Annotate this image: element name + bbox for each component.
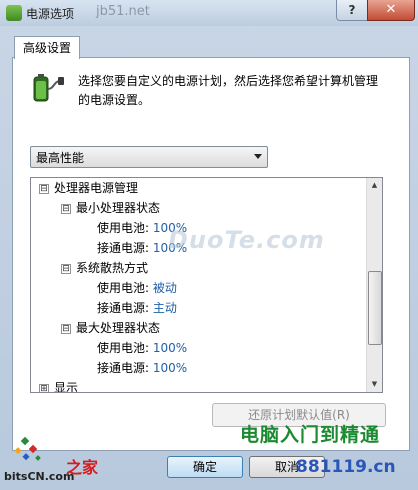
tree-value[interactable]: 主动	[153, 301, 177, 315]
tree-label: 最小处理器状态	[76, 201, 161, 215]
tree-label: 系统散热方式	[76, 261, 149, 275]
tree-row-cooling-ac[interactable]: 接通电源: 主动	[97, 298, 177, 318]
tree-row-min-processor[interactable]: ⊟ 最小处理器状态	[61, 198, 160, 218]
collapse-icon[interactable]: ⊟	[39, 183, 49, 194]
watermark-brand-cn: 电脑入门到精通	[240, 424, 381, 446]
scroll-up-icon[interactable]: ▲	[367, 178, 382, 193]
watermark-881119: 881119.cn	[296, 457, 396, 477]
tree-label: 处理器电源管理	[54, 181, 139, 195]
tree-label: 接通电源:	[97, 241, 153, 255]
tab-advanced-settings[interactable]: 高级设置	[14, 36, 80, 59]
tree-row-display[interactable]: ⊞ 显示	[39, 378, 79, 393]
tree-label: 显示	[54, 381, 79, 393]
tree-label: 接通电源:	[97, 361, 153, 375]
scrollbar-thumb[interactable]	[368, 271, 382, 345]
intro-text: 选择您要自定义的电源计划，然后选择您希望计算机管理的电源设置。	[78, 74, 379, 107]
tree-row-max-ac[interactable]: 接通电源: 100%	[97, 358, 187, 378]
watermark-jb51: jb51.net	[96, 4, 150, 19]
power-plan-select[interactable]: 最高性能	[30, 146, 268, 168]
battery-plug-icon	[33, 74, 64, 102]
chevron-down-icon	[254, 154, 262, 159]
tree-row-cooling-battery[interactable]: 使用电池: 被动	[97, 278, 177, 298]
watermark-bitscn: bitsCN.com	[4, 470, 75, 483]
close-button[interactable]: ✕	[367, 0, 415, 21]
tree-value[interactable]: 被动	[153, 281, 177, 295]
scroll-down-icon[interactable]: ▼	[367, 377, 382, 392]
watermark-home: 之家	[66, 458, 99, 477]
collapse-icon[interactable]: ⊟	[61, 263, 71, 274]
help-icon: ?	[348, 3, 356, 17]
settings-tree[interactable]: ⊟ 处理器电源管理 ⊟ 最小处理器状态 使用电池: 100% 接通电源: 100% …	[30, 177, 383, 393]
tree-row-cooling-policy[interactable]: ⊟ 系统散热方式	[61, 258, 148, 278]
tree-scrollbar[interactable]: ▲ ▼	[366, 178, 382, 392]
ok-button[interactable]: 确定	[167, 456, 243, 478]
expand-icon[interactable]: ⊞	[39, 383, 49, 392]
tree-label: 使用电池:	[97, 341, 153, 355]
tree-row-max-battery[interactable]: 使用电池: 100%	[97, 338, 187, 358]
help-button[interactable]: ?	[336, 0, 368, 21]
tree-value[interactable]: 100%	[153, 361, 187, 375]
tab-label: 高级设置	[22, 41, 71, 55]
collapse-icon[interactable]: ⊟	[61, 203, 71, 214]
title-bar[interactable]: 电源选项 jb51.net ? ✕	[0, 0, 418, 26]
power-options-window: 电源选项 jb51.net ? ✕ 高级设置 选择您要自定义的电源计划，然后选择…	[0, 0, 418, 490]
tree-row-processor-power[interactable]: ⊟ 处理器电源管理	[39, 178, 138, 198]
tree-row-max-processor[interactable]: ⊟ 最大处理器状态	[61, 318, 160, 338]
bitscn-logo-icon	[14, 436, 41, 461]
tree-value[interactable]: 100%	[153, 341, 187, 355]
close-icon: ✕	[385, 2, 397, 17]
power-options-app-icon	[6, 5, 22, 21]
tree-label: 最大处理器状态	[76, 321, 161, 335]
window-title: 电源选项	[26, 7, 75, 21]
collapse-icon[interactable]: ⊟	[61, 323, 71, 334]
watermark-duote: DuoTe.com	[168, 226, 325, 254]
power-plan-value: 最高性能	[36, 151, 85, 165]
tree-label: 使用电池:	[97, 221, 153, 235]
tree-label: 使用电池:	[97, 281, 153, 295]
tree-label: 接通电源:	[97, 301, 153, 315]
